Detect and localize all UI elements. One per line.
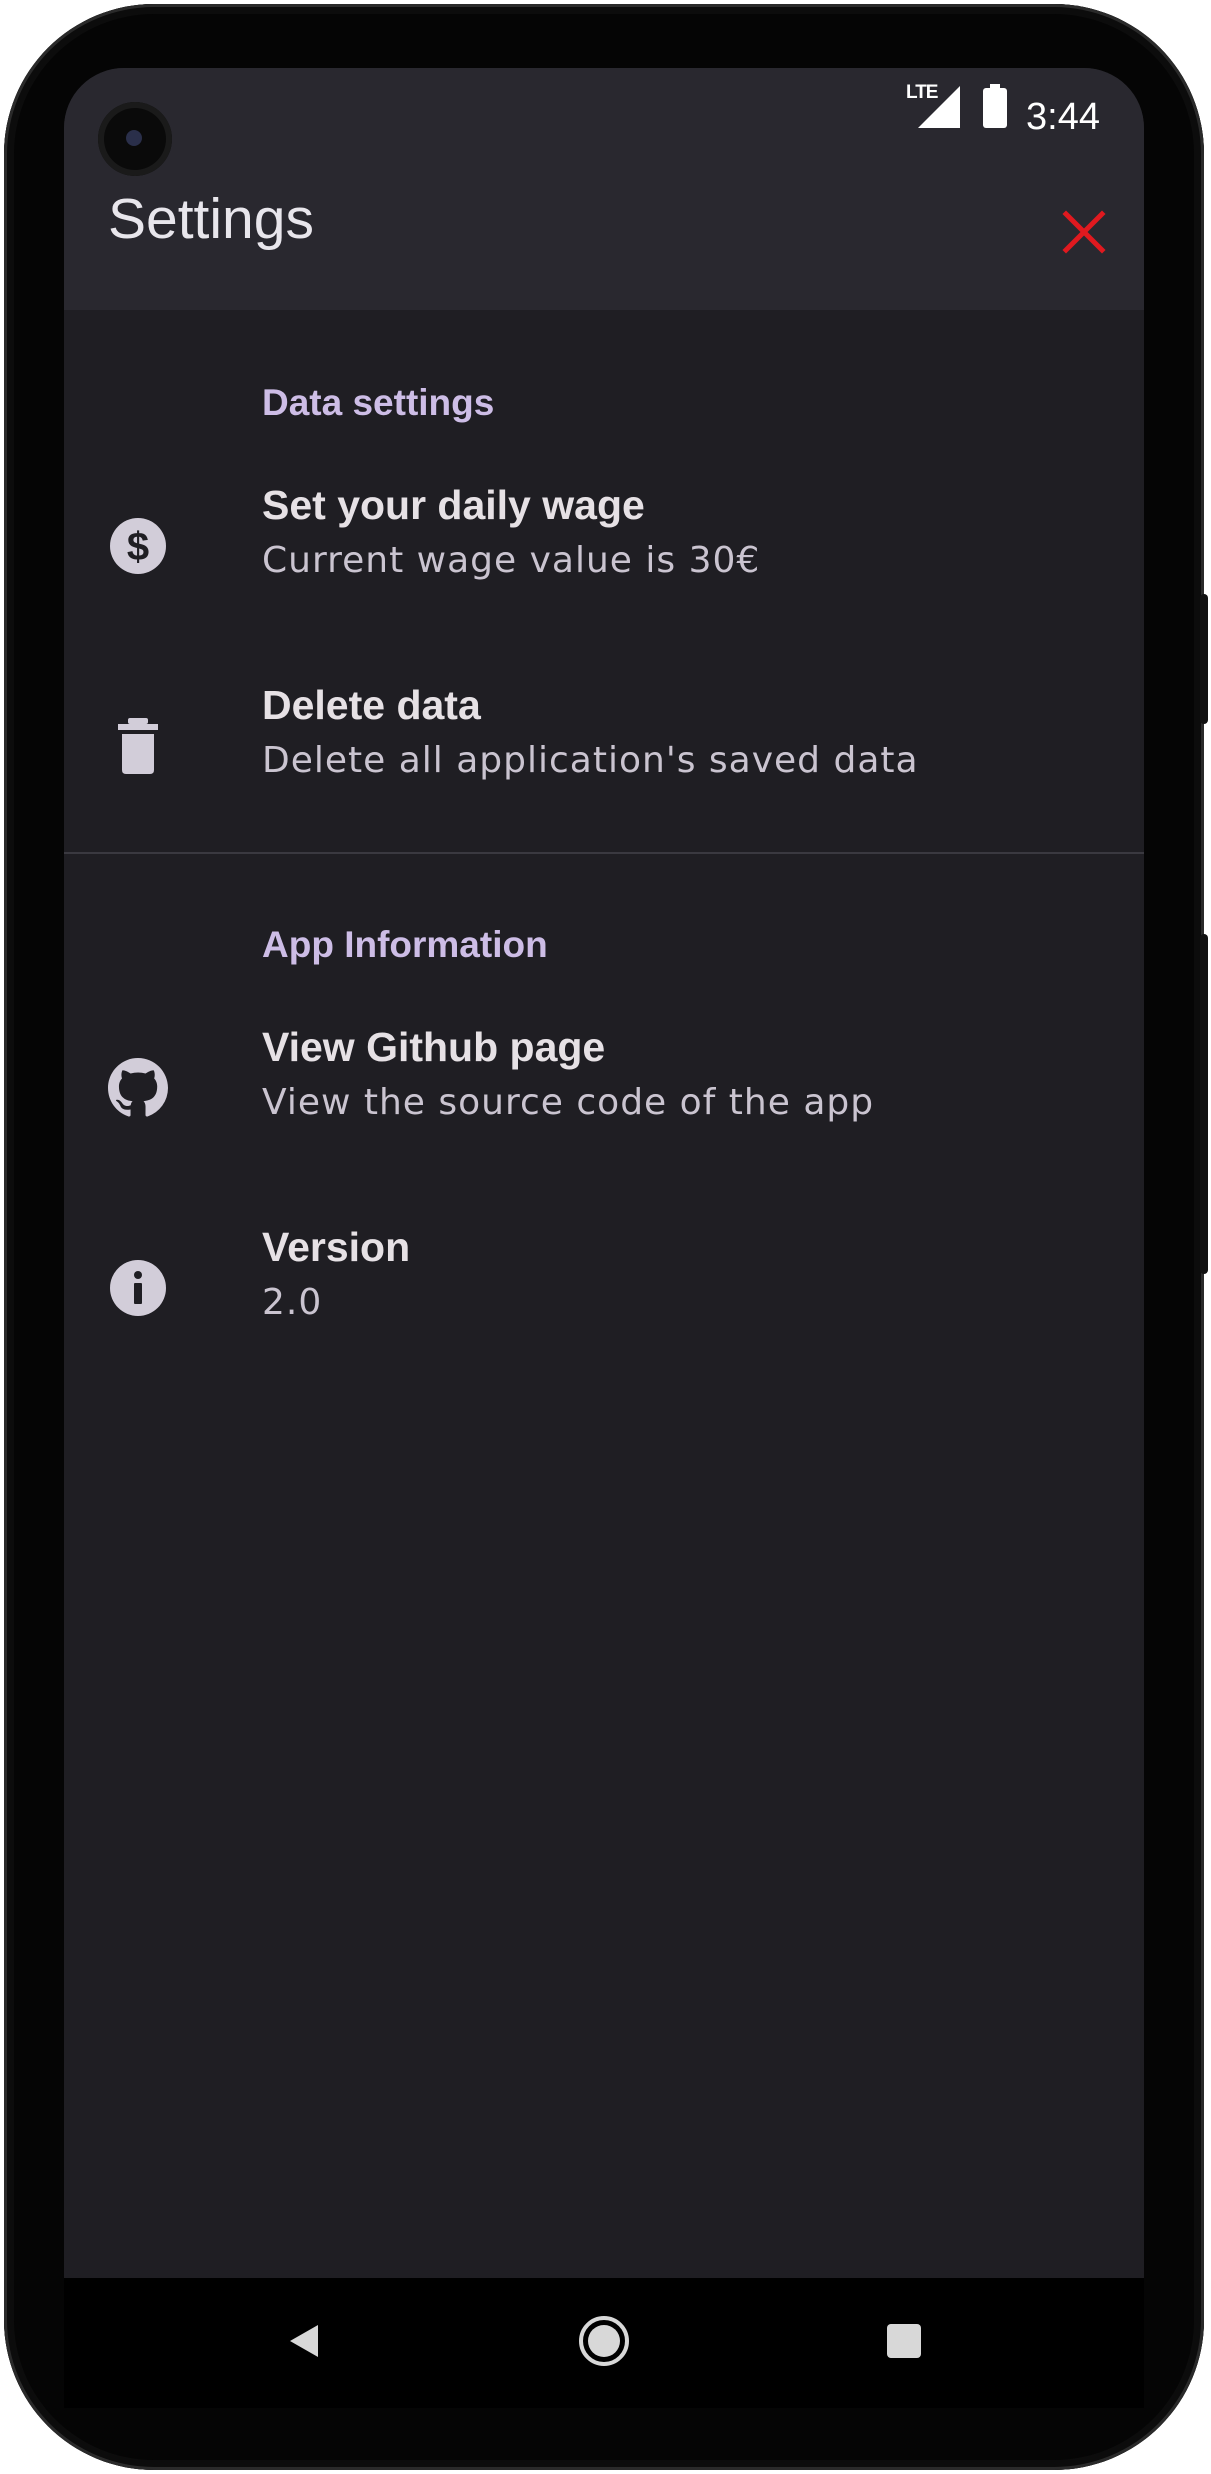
home-button[interactable] bbox=[569, 2306, 639, 2376]
item-subtitle: Current wage value is 30€ bbox=[262, 540, 761, 581]
back-icon bbox=[290, 2325, 318, 2357]
recents-button[interactable] bbox=[869, 2306, 939, 2376]
github-icon bbox=[108, 1058, 168, 1118]
item-title: Delete data bbox=[262, 682, 481, 728]
view-github-item[interactable]: View Github page View the source code of… bbox=[64, 1024, 1144, 1254]
app-bar: LTE 3:44 Settings bbox=[64, 68, 1144, 310]
set-daily-wage-item[interactable]: $ Set your daily wage Current wage value… bbox=[64, 482, 1144, 712]
item-subtitle: Delete all application's saved data bbox=[262, 740, 919, 781]
info-icon bbox=[108, 1258, 168, 1318]
close-icon bbox=[1062, 210, 1106, 254]
item-subtitle: View the source code of the app bbox=[262, 1082, 875, 1123]
recents-icon bbox=[887, 2324, 921, 2358]
front-camera bbox=[98, 102, 172, 176]
svg-text:$: $ bbox=[127, 525, 149, 569]
item-subtitle: 2.0 bbox=[262, 1282, 323, 1323]
navigation-bar bbox=[64, 2278, 1144, 2408]
power-button bbox=[1200, 594, 1208, 724]
close-button[interactable] bbox=[1048, 196, 1120, 268]
item-title: View Github page bbox=[262, 1024, 606, 1070]
delete-data-item[interactable]: Delete data Delete all application's sav… bbox=[64, 682, 1144, 912]
item-title: Version bbox=[262, 1224, 411, 1270]
home-icon bbox=[579, 2316, 629, 2366]
version-item[interactable]: Version 2.0 bbox=[64, 1224, 1144, 1454]
dollar-icon: $ bbox=[108, 516, 168, 576]
status-time: 3:44 bbox=[1026, 95, 1100, 138]
section-header-data-settings: Data settings bbox=[262, 382, 495, 423]
volume-button bbox=[1200, 934, 1208, 1274]
phone-frame: LTE 3:44 Settings Data settings $ Set yo… bbox=[4, 4, 1208, 2470]
section-divider bbox=[64, 852, 1144, 854]
trash-icon bbox=[108, 716, 168, 776]
battery-icon bbox=[983, 84, 1007, 128]
screen: LTE 3:44 Settings Data settings $ Set yo… bbox=[64, 68, 1144, 2278]
item-title: Set your daily wage bbox=[262, 482, 645, 528]
signal-icon bbox=[918, 86, 960, 128]
page-title: Settings bbox=[108, 187, 314, 251]
section-header-app-information: App Information bbox=[262, 924, 548, 965]
back-button[interactable] bbox=[269, 2306, 339, 2376]
